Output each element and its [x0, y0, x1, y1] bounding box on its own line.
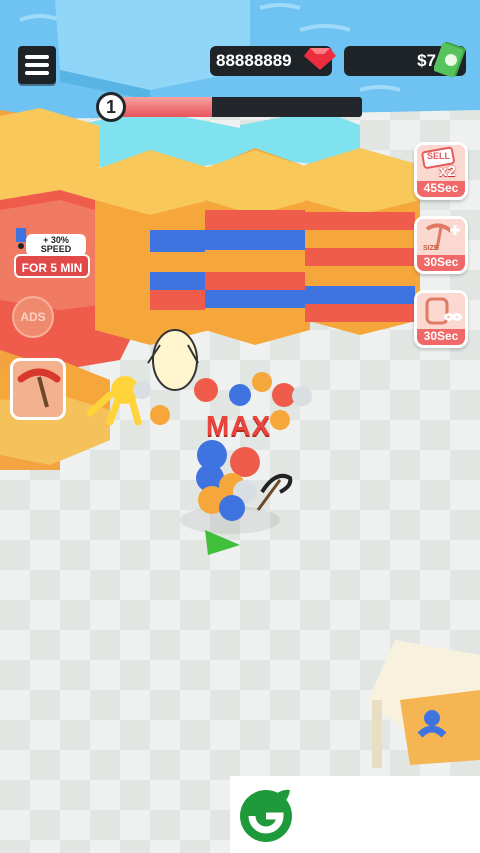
- leaf-logo-icon: [240, 789, 292, 842]
- hamburger-icon: [25, 55, 49, 59]
- sell-boost-multiplier: x2: [439, 163, 456, 180]
- watermark-logo: [230, 776, 480, 853]
- cash-counter: $7: [344, 41, 466, 78]
- ruby-gem-icon: [304, 48, 336, 70]
- sell-boost-art-text: SELL: [427, 151, 451, 161]
- cash-bills-icon: [434, 41, 466, 78]
- speed-offer[interactable]: + 30% SPEED FOR 5 MIN: [12, 228, 90, 278]
- capacity-boost-button[interactable]: 30Sec: [414, 290, 468, 348]
- level-badge: 1: [96, 92, 126, 122]
- max-capacity-label: MAX: [206, 410, 272, 441]
- capacity-boost-timer: 30Sec: [423, 329, 459, 343]
- sell-boost-button[interactable]: SELL x2 45Sec: [414, 142, 468, 200]
- pickaxe-icon: [17, 368, 61, 408]
- backpack-infinity-icon: [417, 293, 465, 329]
- size-boost-timer: 30Sec: [423, 255, 459, 269]
- pickaxe-size-icon: SIZE: [417, 219, 465, 255]
- level-progress-bar: 1: [96, 92, 364, 122]
- gems-counter: 88888889: [210, 46, 336, 76]
- level-progress-fill: [112, 97, 212, 117]
- hex-stack-middle: [95, 150, 210, 345]
- menu-button[interactable]: [18, 46, 56, 84]
- sell-boost-timer: 45Sec: [423, 181, 459, 195]
- gems-value: 88888889: [216, 51, 292, 70]
- sell-x2-icon: SELL x2: [417, 145, 465, 181]
- speed-offer-label: + 30% SPEED: [26, 234, 86, 256]
- pickaxe-tool-button[interactable]: [10, 358, 66, 420]
- size-boost-button[interactable]: SIZE 30Sec: [414, 216, 468, 274]
- ads-button[interactable]: ADS: [12, 296, 54, 338]
- size-boost-art-text: SIZE: [423, 245, 439, 252]
- hex-stack-center: [205, 148, 310, 345]
- speed-offer-button[interactable]: FOR 5 MIN: [14, 254, 90, 278]
- level-progress-track: [112, 97, 362, 117]
- hex-stack-right: [305, 148, 420, 335]
